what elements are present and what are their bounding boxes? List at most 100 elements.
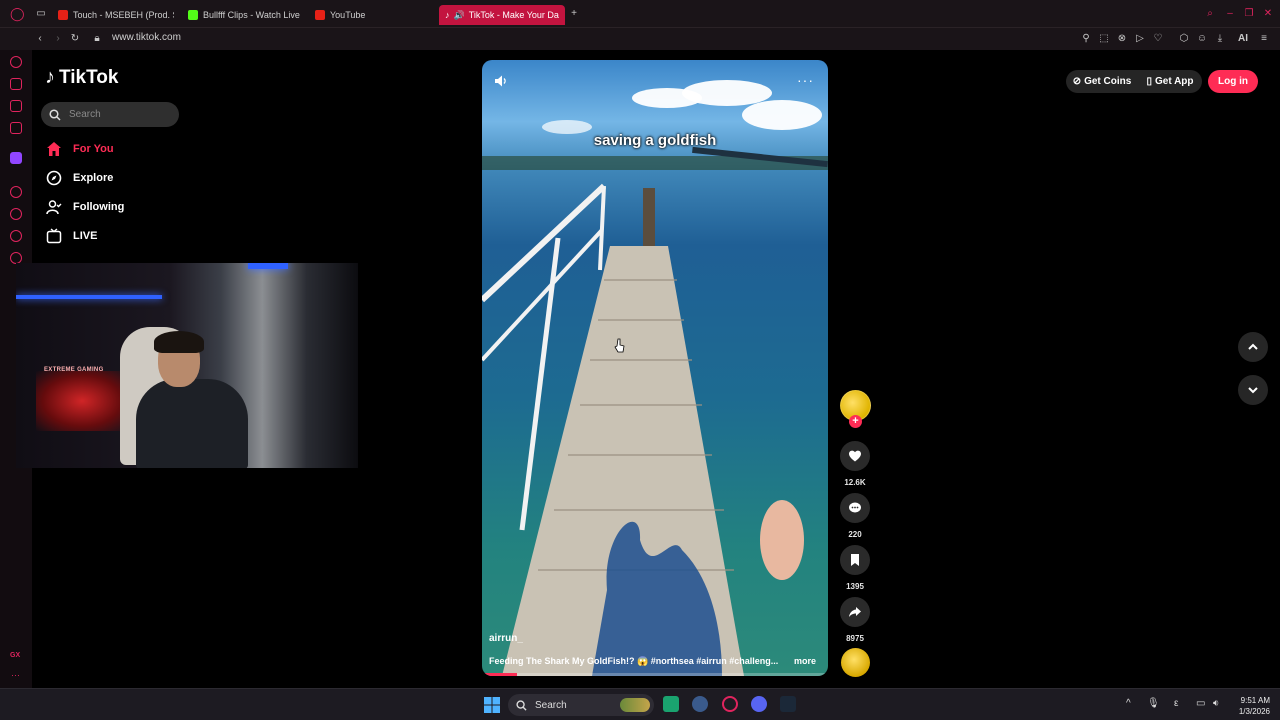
chevron-down-icon	[1248, 387, 1258, 394]
comment-button[interactable]	[840, 493, 870, 523]
gx-icon[interactable]: GX	[10, 652, 20, 659]
microphone-icon[interactable]: 🎙︎	[1147, 698, 1160, 709]
minimize-icon[interactable]: –	[1224, 8, 1236, 20]
nav-following[interactable]: Following	[45, 198, 124, 216]
more-icon[interactable]: ···	[11, 670, 20, 680]
share-count: 8975	[846, 634, 864, 643]
nav-for-you[interactable]: For You	[45, 140, 114, 158]
nav-live[interactable]: LIVE	[45, 227, 97, 245]
search-input[interactable]: Search	[41, 102, 179, 127]
tiktok-icon: ♪	[445, 10, 450, 20]
follow-plus-icon[interactable]: +	[849, 415, 862, 428]
speaker-icon: 🔊	[453, 9, 465, 20]
twitch-icon[interactable]	[10, 152, 22, 164]
tab-label: TikTok - Make Your Da	[468, 10, 559, 20]
pin-icon[interactable]: ⚲	[1080, 33, 1092, 45]
tab-touch[interactable]: Touch - MSEBEH (Prod. Sh	[58, 5, 174, 25]
url-field[interactable]: www.tiktok.com	[112, 32, 181, 43]
network-icon[interactable]: ▭	[1196, 698, 1205, 709]
tab-overview-icon[interactable]: ▭	[35, 8, 47, 20]
share-button[interactable]	[840, 597, 870, 627]
tab-label: YouTube	[330, 10, 366, 20]
bookmark-icon[interactable]	[10, 230, 22, 242]
login-button[interactable]: Log in	[1208, 70, 1258, 93]
search-highlight-icon	[620, 698, 650, 712]
get-coins-button[interactable]: ⊘ Get Coins	[1066, 70, 1138, 93]
close-icon[interactable]: ✕	[1262, 8, 1274, 20]
video-overlay-caption: saving a goldfish	[593, 132, 717, 149]
live-tv-icon	[45, 227, 63, 245]
windows-start-icon[interactable]	[484, 697, 500, 713]
share-icon	[849, 607, 861, 617]
taskbar-search[interactable]: Search	[508, 694, 654, 716]
back-icon[interactable]: ‹	[34, 33, 46, 45]
language-indicator[interactable]: ε	[1174, 698, 1178, 709]
messenger-icon[interactable]	[10, 100, 22, 112]
like-count: 12.6K	[844, 478, 866, 487]
restore-icon[interactable]: ❐	[1243, 8, 1255, 20]
heart-icon[interactable]: ♡	[1152, 33, 1164, 45]
reload-icon[interactable]: ↻	[69, 33, 81, 45]
youtube-icon	[58, 10, 68, 20]
phone-icon: ▯	[1146, 76, 1152, 87]
discord-icon[interactable]	[751, 696, 767, 712]
steam-icon[interactable]	[780, 696, 796, 712]
share-action[interactable]: 8975	[840, 597, 870, 643]
more-button[interactable]: more	[794, 656, 816, 666]
red-light	[36, 371, 128, 431]
youtube-icon	[315, 10, 325, 20]
next-video-button[interactable]	[1238, 375, 1268, 405]
like-action[interactable]: 12.6K	[840, 441, 870, 487]
tab-youtube[interactable]: YouTube	[315, 5, 385, 25]
settings-gear-icon[interactable]	[692, 696, 708, 712]
previous-video-button[interactable]	[1238, 332, 1268, 362]
get-app-button[interactable]: ▯ Get App	[1138, 70, 1202, 93]
player-icon[interactable]	[10, 186, 22, 198]
volume-tray-icon[interactable]: 🔉︎	[1213, 698, 1219, 709]
music-disc-icon[interactable]	[841, 648, 870, 677]
comment-count: 220	[848, 530, 862, 539]
login-label: Log in	[1218, 76, 1248, 87]
opera-logo-icon[interactable]: ◯	[10, 7, 25, 20]
forward-icon[interactable]: ›	[52, 33, 64, 45]
volume-icon[interactable]	[494, 74, 508, 88]
tab-label: Touch - MSEBEH (Prod. Sh	[73, 10, 174, 20]
mail-icon[interactable]	[10, 122, 22, 134]
app-icon[interactable]	[663, 696, 679, 712]
address-bar: ‹ › ↻ 🔒︎ www.tiktok.com ⚲ ⬚ ⊗ ▷ ♡ ⬡ ☺ ⤓ …	[0, 28, 1280, 50]
comment-action[interactable]: 220	[840, 493, 870, 539]
browser-tab-bar: ◯ ▭ Touch - MSEBEH (Prod. Sh Bullfff Cli…	[0, 0, 1280, 28]
coin-icon: ⊘	[1072, 76, 1082, 87]
save-button[interactable]	[840, 545, 870, 575]
save-action[interactable]: 1395	[840, 545, 870, 591]
search-icon	[49, 108, 61, 121]
download-icon[interactable]: ⤓	[1214, 33, 1226, 45]
extensions-icon[interactable]: ⬡	[1178, 33, 1190, 45]
tiktok-logo[interactable]: ♪ TikTok	[45, 66, 118, 89]
like-button[interactable]	[840, 441, 870, 471]
system-clock[interactable]: 9:51 AM 1/3/2026	[1230, 695, 1270, 717]
tab-tiktok[interactable]: ♪ 🔊 TikTok - Make Your Da	[439, 5, 565, 25]
clock-icon[interactable]	[10, 208, 22, 220]
profile-icon[interactable]: ☺	[1196, 33, 1208, 45]
opera-gx-icon[interactable]	[722, 696, 738, 712]
search-tabs-icon[interactable]: ⌕	[1204, 8, 1216, 20]
video-author[interactable]: airrun_	[489, 633, 523, 644]
new-tab-icon[interactable]: +	[568, 8, 580, 20]
aria-ai-button[interactable]: AI	[1232, 33, 1254, 45]
history-icon[interactable]	[10, 56, 22, 68]
tab-clips[interactable]: Bullfff Clips - Watch Live o	[188, 5, 302, 25]
video-progress-bar[interactable]	[482, 673, 828, 676]
tray-chevron-icon[interactable]: ^	[1126, 698, 1131, 709]
play-icon[interactable]: ▷	[1134, 33, 1146, 45]
neon-light	[16, 295, 162, 299]
nav-explore[interactable]: Explore	[45, 169, 113, 187]
adblock-icon[interactable]: ⊗	[1116, 33, 1128, 45]
video-description: Feeding The Shark My GoldFish!? 😱 #north…	[489, 656, 779, 666]
bag-icon[interactable]	[10, 78, 22, 90]
video-player[interactable]: saving a goldfish ··· airrun_ Feeding Th…	[482, 60, 828, 676]
webcam-overlay: EXTREME GAMING	[16, 263, 358, 468]
snapshot-icon[interactable]: ⬚	[1098, 33, 1110, 45]
menu-icon[interactable]: ≡	[1258, 33, 1270, 45]
more-options-icon[interactable]: ···	[797, 72, 814, 88]
